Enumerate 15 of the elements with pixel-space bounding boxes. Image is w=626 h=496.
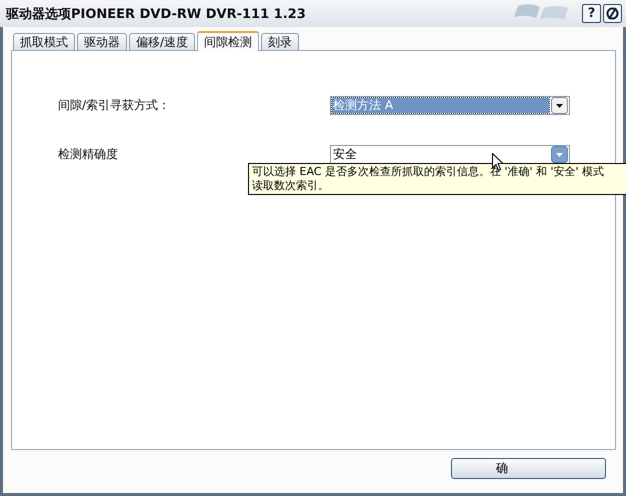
tooltip-text: 读取数次索引。 xyxy=(252,179,329,193)
setting-label: 检测精确度 xyxy=(58,146,119,163)
tab[interactable]: 间隙检测 xyxy=(197,31,260,51)
tab[interactable]: 刻录 xyxy=(261,33,300,50)
no-sign-icon[interactable] xyxy=(603,4,622,23)
setting-label: 间隙/索引寻获方式： xyxy=(58,97,172,114)
dropdown-value: 检测方法 A xyxy=(332,98,549,113)
window-title: 驱动器选项PIONEER DVD-RW DVR-111 1.23 xyxy=(6,6,307,22)
dropdown-value: 安全 xyxy=(332,147,358,162)
ok-button[interactable]: 确 xyxy=(451,458,606,479)
dropdown[interactable]: 安全 xyxy=(330,145,570,164)
help-button[interactable]: ? xyxy=(582,4,601,23)
tab[interactable]: 偏移/速度 xyxy=(129,33,196,50)
tab[interactable]: 抓取模式 xyxy=(13,33,75,50)
tab[interactable]: 驱动器 xyxy=(77,33,127,50)
